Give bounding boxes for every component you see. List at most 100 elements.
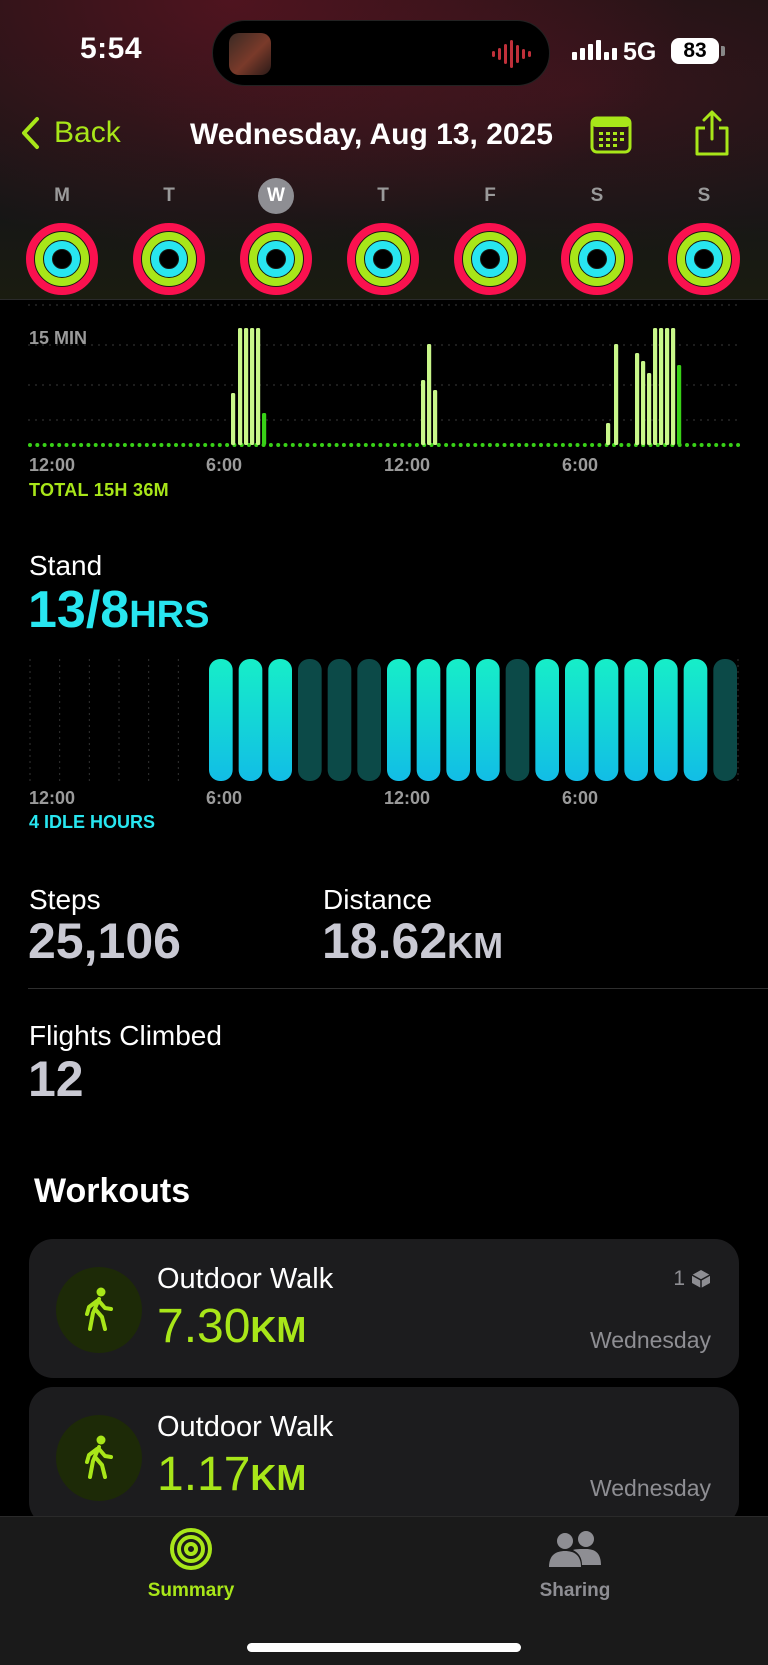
baseline-dot [115, 443, 120, 447]
ring-center [374, 250, 392, 268]
exercise-scale-label: 15 MIN [29, 328, 88, 348]
baseline-dot [721, 443, 726, 447]
workout-day: Wednesday [589, 1475, 711, 1501]
stand-value: 13/8HRS [28, 580, 209, 640]
share-icon [695, 110, 729, 156]
baseline-dot [181, 443, 186, 447]
stand-hour-bar [238, 659, 263, 781]
ring-center [588, 250, 606, 268]
activity-rings-icon [170, 1528, 212, 1570]
workout-card[interactable]: Outdoor Walk 7.30KM 1 Wednesday [29, 1239, 739, 1378]
baseline-dot [49, 443, 54, 447]
baseline-dot [283, 443, 288, 447]
exercise-bar [244, 328, 249, 445]
tab-summary[interactable]: Summary [111, 1527, 271, 1602]
x-axis-label: 12:00 [29, 788, 76, 808]
activity-rings-icon [240, 223, 312, 295]
stand-hour-bar [683, 659, 708, 781]
baseline-dot [699, 443, 704, 447]
baseline-dot [736, 443, 740, 447]
stand-hour-bar [446, 659, 470, 781]
walking-icon [85, 1287, 113, 1331]
exercise-bar [250, 328, 255, 445]
day-tuesday[interactable]: T [132, 178, 206, 296]
baseline-dot [28, 443, 32, 447]
day-letter: M [54, 185, 70, 206]
activity-rings-icon [133, 223, 205, 295]
exercise-chart [28, 304, 740, 447]
baseline-dot [320, 443, 324, 447]
audio-waveform-icon [492, 39, 531, 69]
flights-label: Flights Climbed [29, 1020, 222, 1051]
day-letter-selected: W [258, 178, 294, 214]
people-icon [549, 1531, 601, 1567]
now-playing-artwork [229, 33, 271, 75]
baseline-dot [101, 443, 105, 447]
baseline-dot [473, 443, 478, 447]
stand-hour-bar [268, 659, 292, 781]
day-saturday[interactable]: S [560, 178, 634, 296]
baseline-dot [539, 443, 543, 447]
baseline-dot [495, 443, 500, 447]
baseline-dot [575, 443, 580, 447]
workout-distance: 7.30KM [157, 1299, 306, 1354]
exercise-bar [641, 361, 646, 445]
baseline-dot [502, 443, 507, 447]
baseline-dot [349, 443, 354, 447]
baseline-dot [298, 443, 303, 447]
share-button[interactable] [692, 110, 732, 158]
baseline-dot [685, 443, 689, 447]
baseline-dot [619, 443, 624, 447]
activity-rings-icon [561, 223, 633, 295]
baseline-dot [517, 443, 522, 447]
distance-unit: KM [447, 925, 504, 966]
workout-icon-circle [56, 1415, 142, 1501]
baseline-dot [225, 443, 230, 447]
exercise-bar [238, 328, 243, 445]
day-letter: F [484, 185, 496, 206]
baseline-dot [590, 443, 595, 447]
workout-distance-unit: KM [250, 1457, 307, 1498]
exercise-bar [647, 373, 652, 445]
baseline-dot [71, 443, 76, 447]
back-button[interactable]: Back [20, 116, 121, 150]
baseline-dot [35, 443, 40, 447]
battery-icon: 83 [671, 38, 719, 64]
baseline-dot [203, 443, 208, 447]
day-thursday[interactable]: T [346, 178, 420, 296]
day-friday[interactable]: F [453, 178, 527, 296]
dynamic-island[interactable] [212, 20, 550, 86]
baseline-dot [152, 443, 157, 447]
baseline-dot [57, 443, 62, 447]
baseline-dot [414, 443, 419, 447]
baseline-dot [706, 443, 711, 447]
activity-rings-icon [668, 223, 740, 295]
baseline-dot [79, 443, 84, 447]
divider [28, 988, 768, 989]
tab-sharing[interactable]: Sharing [495, 1527, 655, 1602]
stand-hour-bar [209, 659, 233, 781]
baseline-dot [341, 443, 346, 447]
day-sunday[interactable]: S [667, 178, 741, 296]
workout-card[interactable]: Outdoor Walk 1.17KM Wednesday [29, 1387, 739, 1526]
baseline-dot [444, 443, 449, 447]
baseline-dot [363, 443, 368, 447]
exercise-bar [427, 344, 432, 445]
workout-name: Outdoor Walk [157, 1263, 334, 1295]
week-selector: M T W T F S S [25, 178, 745, 296]
day-wednesday[interactable]: W [239, 178, 313, 296]
exercise-bar [606, 423, 611, 445]
calendar-button[interactable] [590, 114, 632, 154]
baseline-dot [466, 443, 470, 447]
workout-distance-unit: KM [250, 1309, 307, 1350]
baseline-dot [137, 443, 142, 447]
workout-distance-number: 1.17 [157, 1448, 251, 1501]
baseline-dot [166, 443, 171, 447]
tab-label: Sharing [539, 1580, 611, 1601]
exercise-bar [256, 328, 261, 445]
day-monday[interactable]: M [25, 178, 99, 296]
battery-tip [721, 46, 725, 56]
stand-unit: HRS [129, 594, 210, 636]
calendar-icon [590, 116, 632, 154]
stand-idle-hours: 4 IDLE HOURS [29, 812, 156, 832]
